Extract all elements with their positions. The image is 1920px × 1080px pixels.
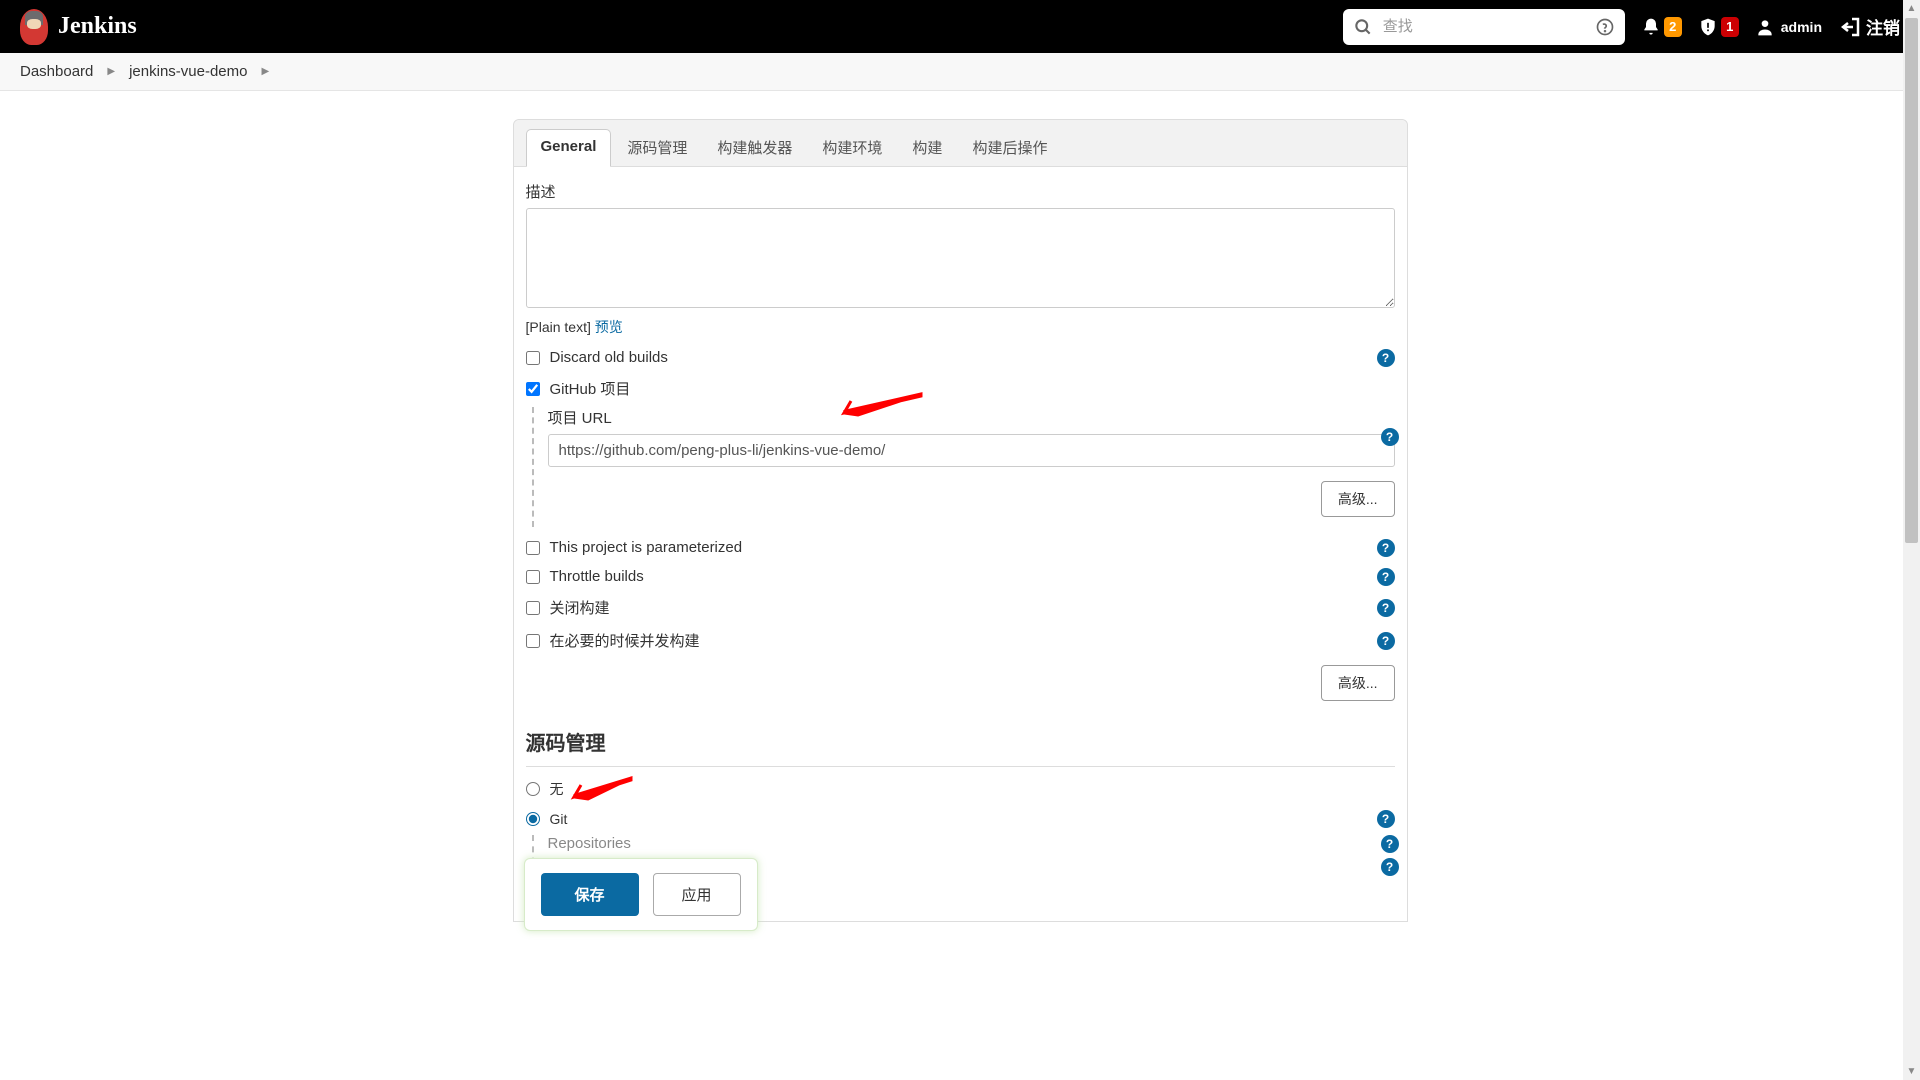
bell-icon <box>1641 17 1661 37</box>
user-menu[interactable]: admin <box>1755 17 1822 37</box>
shield-icon <box>1698 17 1718 37</box>
notif-badge: 2 <box>1664 17 1682 37</box>
description-textarea[interactable] <box>526 208 1395 308</box>
format-hint: [Plain text] 预览 <box>526 317 1395 337</box>
breadcrumb-item-dashboard[interactable]: Dashboard <box>20 63 93 80</box>
advanced-button[interactable]: 高级... <box>1321 665 1395 701</box>
help-icon[interactable]: ? <box>1377 599 1395 617</box>
logo-area[interactable]: Jenkins <box>20 9 137 45</box>
breadcrumb-item-project[interactable]: jenkins-vue-demo <box>129 63 247 80</box>
help-icon[interactable]: ? <box>1381 428 1399 446</box>
scm-git-radio[interactable] <box>526 812 540 826</box>
scrollbar[interactable]: ▲ ▼ <box>1903 0 1920 1080</box>
top-header: Jenkins 2 1 admin 注销 <box>0 0 1920 53</box>
help-icon[interactable]: ? <box>1377 810 1395 828</box>
concurrent-checkbox[interactable] <box>526 634 540 648</box>
option-throttle: Throttle builds ? <box>526 568 1395 585</box>
username: admin <box>1781 19 1822 35</box>
divider <box>526 766 1395 767</box>
tab-postbuild[interactable]: 构建后操作 <box>958 129 1061 166</box>
option-parameterized: This project is parameterized ? <box>526 539 1395 556</box>
search-box[interactable] <box>1343 9 1625 45</box>
tab-triggers[interactable]: 构建触发器 <box>703 129 806 166</box>
description-label: 描述 <box>526 181 1395 202</box>
logout-link[interactable]: 注销 <box>1838 14 1900 39</box>
scroll-up-icon[interactable]: ▲ <box>1903 0 1920 17</box>
help-icon[interactable]: ? <box>1377 568 1395 586</box>
config-panel: General 源码管理 构建触发器 构建环境 构建 构建后操作 描述 [Pla… <box>513 119 1408 922</box>
scm-none-row: 无 <box>526 779 1395 799</box>
git-repos-label: Repositories ? <box>548 835 1395 852</box>
project-url-input[interactable] <box>548 434 1395 467</box>
help-icon[interactable]: ? <box>1381 858 1399 876</box>
breadcrumb: Dashboard ▶ jenkins-vue-demo ▶ <box>0 53 1920 91</box>
preview-link[interactable]: 预览 <box>595 319 623 335</box>
chevron-right-icon: ▶ <box>107 66 115 77</box>
disable-build-label[interactable]: 关闭构建 <box>550 597 610 618</box>
advanced-row-2: 高级... <box>526 665 1395 701</box>
annotation-arrow-icon <box>566 775 636 808</box>
logout-label: 注销 <box>1866 14 1900 39</box>
tab-env[interactable]: 构建环境 <box>808 129 896 166</box>
help-icon[interactable]: ? <box>1377 539 1395 557</box>
logout-icon <box>1838 15 1862 39</box>
option-concurrent: 在必要的时候并发构建 ? <box>526 630 1395 651</box>
tab-build[interactable]: 构建 <box>898 129 956 166</box>
save-bar: 保存 应用 <box>524 858 758 931</box>
scm-none-radio[interactable] <box>526 782 540 796</box>
logo-text: Jenkins <box>58 13 137 40</box>
jenkins-logo-icon <box>20 9 48 45</box>
discard-old-label[interactable]: Discard old builds <box>550 349 668 366</box>
scm-git-label[interactable]: Git <box>550 811 568 827</box>
advanced-button[interactable]: 高级... <box>1321 481 1395 517</box>
config-tabs: General 源码管理 构建触发器 构建环境 构建 构建后操作 <box>514 120 1407 167</box>
option-discard-old: Discard old builds ? <box>526 349 1395 366</box>
scrollbar-thumb[interactable] <box>1905 18 1918 543</box>
option-disable-build: 关闭构建 ? <box>526 597 1395 618</box>
alerts[interactable]: 1 <box>1698 17 1739 37</box>
project-url-label: 项目 URL ? <box>548 407 1395 428</box>
form-area: 描述 [Plain text] 预览 Discard old builds ? … <box>514 167 1407 921</box>
discard-old-checkbox[interactable] <box>526 351 540 365</box>
help-circle-icon[interactable] <box>1595 17 1615 37</box>
github-project-label[interactable]: GitHub 项目 <box>550 378 631 399</box>
main-content: General 源码管理 构建触发器 构建环境 构建 构建后操作 描述 [Pla… <box>0 91 1920 922</box>
header-right: 2 1 admin 注销 <box>1343 9 1900 45</box>
github-project-subblock: 项目 URL ? 高级... <box>532 407 1395 527</box>
throttle-checkbox[interactable] <box>526 570 540 584</box>
help-icon[interactable]: ? <box>1377 632 1395 650</box>
notifications[interactable]: 2 <box>1641 17 1682 37</box>
scroll-down-icon[interactable]: ▼ <box>1903 1063 1920 1080</box>
advanced-row: 高级... <box>548 481 1395 517</box>
scm-none-label[interactable]: 无 <box>550 779 564 799</box>
help-icon[interactable]: ? <box>1381 835 1399 853</box>
github-project-checkbox[interactable] <box>526 382 540 396</box>
option-github-project: GitHub 项目 <box>526 378 1395 399</box>
alert-badge: 1 <box>1721 17 1739 37</box>
apply-button[interactable]: 应用 <box>653 873 741 916</box>
parameterized-checkbox[interactable] <box>526 541 540 555</box>
tab-general[interactable]: General <box>526 129 612 167</box>
save-button[interactable]: 保存 <box>541 873 639 916</box>
format-prefix: [Plain text] <box>526 319 591 335</box>
throttle-label[interactable]: Throttle builds <box>550 568 644 585</box>
scm-git-row: Git ? <box>526 811 1395 827</box>
tab-scm[interactable]: 源码管理 <box>613 129 701 166</box>
scm-title: 源码管理 <box>526 727 1395 756</box>
search-icon <box>1353 17 1373 37</box>
parameterized-label[interactable]: This project is parameterized <box>550 539 743 556</box>
user-icon <box>1755 17 1775 37</box>
chevron-right-icon: ▶ <box>261 66 269 77</box>
concurrent-label[interactable]: 在必要的时候并发构建 <box>550 630 700 651</box>
disable-build-checkbox[interactable] <box>526 601 540 615</box>
help-icon[interactable]: ? <box>1377 349 1395 367</box>
search-input[interactable] <box>1383 18 1585 35</box>
